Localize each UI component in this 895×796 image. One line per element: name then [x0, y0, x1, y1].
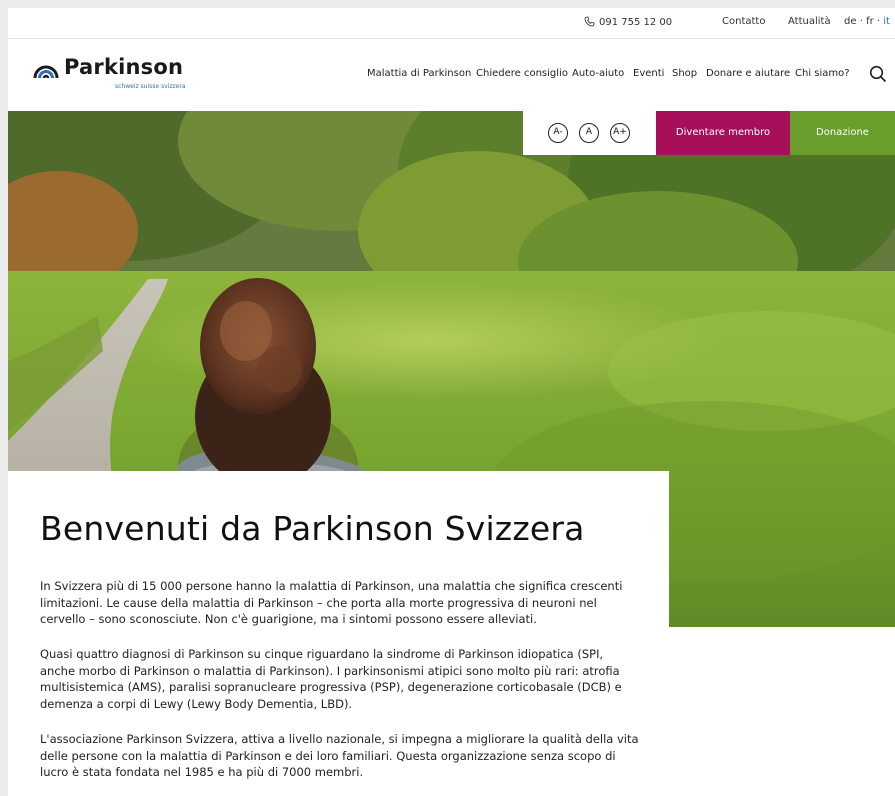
phone-icon: [584, 16, 595, 27]
nav-consiglio[interactable]: Chiedere consiglio: [476, 68, 568, 79]
page-title: Benvenuti da Parkinson Svizzera: [40, 509, 585, 548]
phone-link[interactable]: 091 755 12 00: [584, 16, 672, 28]
intro-paragraph-2: Quasi quattro diagnosi di Parkinson su c…: [40, 647, 622, 711]
intro-paragraph-3: L'associazione Parkinson Svizzera, attiv…: [40, 732, 639, 779]
intro-section: Benvenuti da Parkinson Svizzera In Svizz…: [8, 471, 669, 796]
news-link[interactable]: Attualità: [788, 16, 831, 27]
font-decrease-button[interactable]: A-: [548, 123, 568, 143]
nav-donare[interactable]: Donare e aiutare: [706, 68, 790, 79]
nav-auto-aiuto[interactable]: Auto-aiuto: [572, 68, 624, 79]
phone-number: 091 755 12 00: [599, 17, 673, 28]
font-normal-button[interactable]: A: [579, 123, 599, 143]
logo-wordmark: Parkinson: [64, 55, 184, 79]
logo-tagline: schweiz suisse svizzera: [115, 83, 186, 90]
utility-bar: 091 755 12 00 Contatto Attualità de · fr…: [8, 8, 895, 39]
language-switcher: de · fr · it: [844, 16, 890, 27]
nav-malattia[interactable]: Malattia di Parkinson: [367, 68, 471, 79]
font-increase-button[interactable]: A+: [610, 123, 630, 143]
parkinson-logo-icon: [33, 65, 59, 79]
lang-it[interactable]: it: [883, 16, 890, 27]
page: 091 755 12 00 Contatto Attualità de · fr…: [8, 8, 895, 796]
lang-separator: ·: [859, 16, 863, 27]
lang-de[interactable]: de: [844, 16, 857, 27]
nav-shop[interactable]: Shop: [672, 68, 697, 79]
contact-link[interactable]: Contatto: [722, 16, 765, 27]
nav-chi-siamo[interactable]: Chi siamo?: [795, 68, 850, 79]
lang-separator: ·: [876, 16, 881, 27]
search-icon[interactable]: [869, 65, 887, 83]
main-header: Parkinson schweiz suisse svizzera Malatt…: [8, 39, 895, 111]
font-size-controls: A- A A+: [523, 111, 656, 155]
donate-button[interactable]: Donazione: [790, 111, 895, 155]
lang-fr[interactable]: fr: [866, 16, 874, 27]
become-member-button[interactable]: Diventare membro: [656, 111, 790, 155]
nav-eventi[interactable]: Eventi: [633, 68, 664, 79]
intro-paragraph-1: In Svizzera più di 15 000 persone hanno …: [40, 579, 623, 626]
